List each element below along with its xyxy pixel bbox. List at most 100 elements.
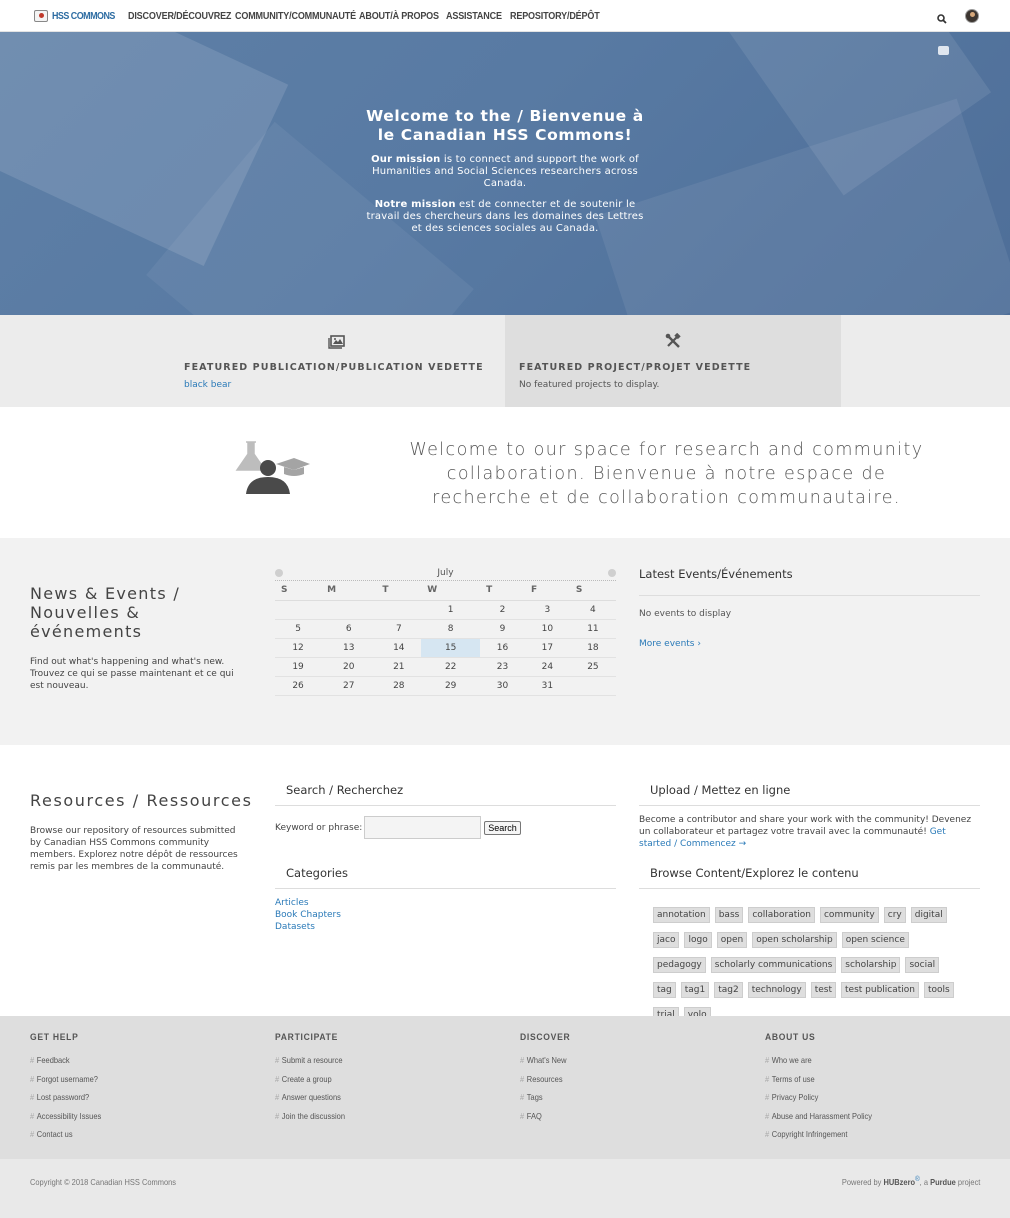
tag-item[interactable]: scholarly communications (710, 957, 837, 973)
category-datasets[interactable]: Datasets (275, 921, 616, 933)
tag-item[interactable]: annotation (653, 907, 710, 923)
tag-item[interactable]: technology (747, 982, 806, 998)
footer-link[interactable]: # Feedback (30, 1051, 232, 1070)
footer-link[interactable]: # Lost password? (30, 1088, 232, 1107)
tag-item[interactable]: jaco (653, 932, 680, 948)
nav-repository[interactable]: REPOSITORY/DÉPÔT (510, 10, 600, 22)
nav-assistance[interactable]: ASSISTANCE (446, 10, 502, 22)
calendar-day[interactable]: 3 (524, 600, 570, 620)
tag-item[interactable]: social (905, 957, 940, 973)
calendar-day[interactable]: 6 (321, 619, 377, 639)
calendar-day[interactable]: 23 (480, 657, 525, 677)
calendar-day[interactable]: 18 (569, 638, 616, 658)
search-icon[interactable] (936, 10, 948, 24)
calendar-day[interactable]: 2 (480, 600, 525, 620)
footer-link[interactable]: # Copyright Infringement (765, 1125, 967, 1144)
footer-link[interactable]: # What's New (520, 1051, 722, 1070)
tag-item[interactable]: bass (714, 907, 744, 923)
calendar-day[interactable]: 4 (569, 600, 616, 620)
tag-item[interactable]: test publication (841, 982, 919, 998)
tag-item[interactable]: open scholarship (752, 932, 837, 948)
hash-icon: # (765, 1055, 770, 1065)
upload-text: Become a contributor and share your work… (639, 815, 972, 849)
calendar-day[interactable]: 16 (480, 638, 525, 658)
calendar-day[interactable]: 20 (321, 657, 377, 677)
footer-link[interactable]: # Accessibility Issues (30, 1107, 232, 1126)
featured-publication-link[interactable]: black bear (184, 380, 231, 390)
footer-link[interactable]: # Forgot username? (30, 1070, 232, 1089)
resource-search: Search / Recherchez Keyword or phrase: S… (275, 781, 616, 839)
tag-item[interactable]: digital (910, 907, 947, 923)
footer-link[interactable]: # Contact us (30, 1125, 232, 1144)
purdue-link[interactable]: Purdue (930, 1177, 956, 1187)
tag-item[interactable]: cry (883, 907, 906, 923)
tag-item[interactable]: tag2 (714, 982, 743, 998)
calendar-next-icon[interactable] (608, 569, 616, 577)
calendar-weekday: T (376, 581, 422, 601)
site-logo[interactable]: HSS COMMONS (34, 8, 126, 24)
footer-link[interactable]: # Submit a resource (275, 1051, 477, 1070)
calendar-day[interactable]: 7 (376, 619, 422, 639)
calendar-day (376, 600, 422, 620)
calendar-day[interactable]: 9 (480, 619, 525, 639)
footer-link[interactable]: # Abuse and Harassment Policy (765, 1107, 967, 1126)
calendar-day[interactable]: 22 (421, 657, 481, 677)
calendar-day[interactable]: 31 (524, 676, 570, 696)
calendar-day[interactable]: 29 (421, 676, 481, 696)
search-button[interactable]: Search (484, 820, 521, 835)
resources-title: Resources / Ressources (30, 791, 253, 810)
tag-item[interactable]: test (810, 982, 837, 998)
calendar-grid: SMTWTFS 1 2 3 4 5 6 7 8 9 10 11 12 13 14 15 16 17 18 19 20 2… (275, 581, 616, 696)
tag-item[interactable]: open (716, 932, 748, 948)
category-articles[interactable]: Articles (275, 897, 616, 909)
hash-icon: # (30, 1092, 35, 1103)
calendar-day[interactable]: 12 (275, 638, 322, 658)
calendar-day[interactable]: 24 (524, 657, 570, 677)
calendar-day-today[interactable]: 15 (421, 638, 481, 658)
toolbox-icon[interactable] (938, 46, 949, 55)
calendar-day[interactable]: 13 (321, 638, 377, 658)
calendar-day[interactable]: 25 (569, 657, 616, 677)
tag-item[interactable]: tag (653, 982, 676, 998)
footer-link[interactable]: # Create a group (275, 1070, 477, 1089)
category-book-chapters[interactable]: Book Chapters (275, 909, 616, 921)
calendar-day[interactable]: 26 (275, 676, 322, 696)
calendar-day[interactable]: 10 (524, 619, 570, 639)
calendar-day[interactable]: 21 (376, 657, 422, 677)
tag-item[interactable]: scholarship (841, 957, 901, 973)
nav-community[interactable]: COMMUNITY/COMMUNAUTÉ (235, 10, 356, 22)
calendar-day[interactable]: 1 (421, 600, 481, 620)
nav-discover[interactable]: DISCOVER/DÉCOUVREZ (128, 10, 231, 22)
calendar-day[interactable]: 17 (524, 638, 570, 658)
tag-item[interactable]: tools (924, 982, 954, 998)
footer-link[interactable]: # Privacy Policy (765, 1088, 967, 1107)
footer-link[interactable]: # Resources (520, 1070, 722, 1089)
footer-link[interactable]: # Join the discussion (275, 1107, 477, 1126)
calendar-day[interactable]: 27 (321, 676, 377, 696)
calendar-day[interactable]: 28 (376, 676, 422, 696)
calendar-day (569, 676, 616, 696)
keyword-input[interactable] (364, 816, 482, 839)
tag-item[interactable]: community (819, 907, 879, 923)
tag-item[interactable]: logo (684, 932, 712, 948)
footer-link[interactable]: # Answer questions (275, 1088, 477, 1107)
footer-link[interactable]: # Who we are (765, 1051, 967, 1070)
hubzero-link[interactable]: HUBzero® (883, 1175, 919, 1187)
tag-item[interactable]: tag1 (680, 982, 710, 998)
footer-link[interactable]: # Tags (520, 1088, 722, 1107)
footer-link[interactable]: # Terms of use (765, 1070, 967, 1089)
tag-item[interactable]: open science (841, 932, 909, 948)
calendar-day[interactable]: 5 (275, 619, 322, 639)
calendar-day[interactable]: 19 (275, 657, 322, 677)
nav-about[interactable]: ABOUT/À PROPOS (359, 10, 439, 22)
calendar-day[interactable]: 30 (480, 676, 525, 696)
calendar-day[interactable]: 8 (421, 619, 481, 639)
footer-link[interactable]: # FAQ (520, 1107, 722, 1126)
calendar-day[interactable]: 14 (376, 638, 422, 658)
avatar[interactable] (965, 9, 979, 23)
tag-item[interactable]: pedagogy (653, 957, 706, 973)
more-events-link[interactable]: More events › (639, 639, 980, 649)
calendar-day[interactable]: 11 (569, 619, 616, 639)
hash-icon: # (520, 1092, 525, 1103)
tag-item[interactable]: collaboration (748, 907, 815, 923)
